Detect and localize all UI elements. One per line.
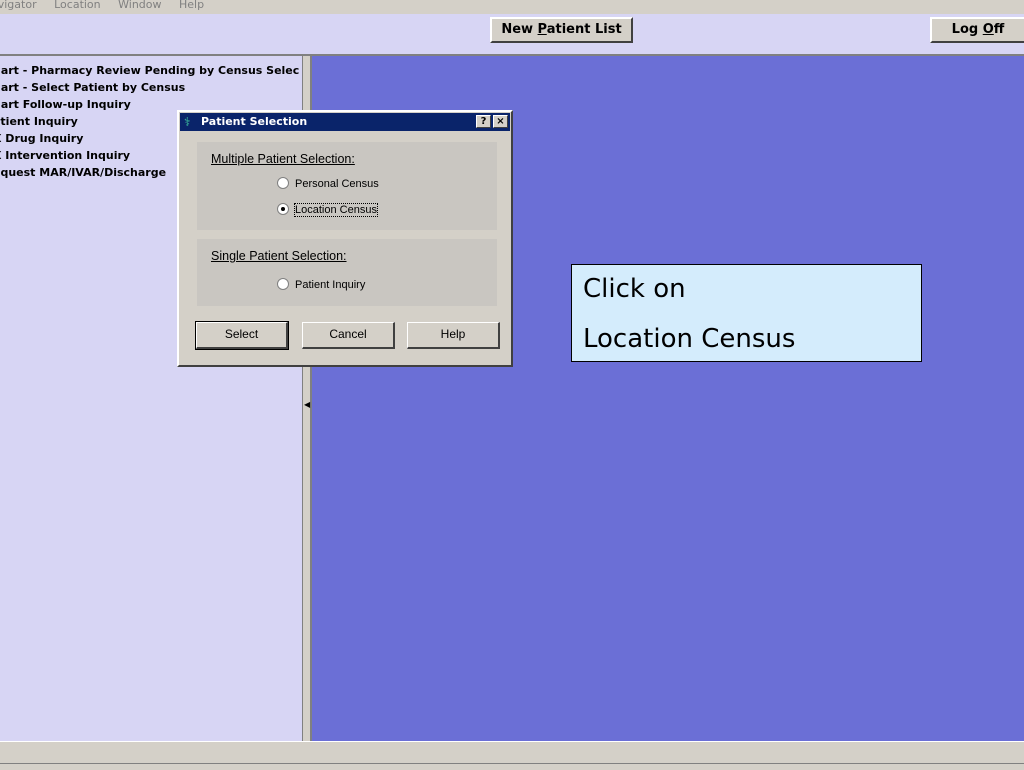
callout-line-1: Click on (583, 274, 686, 304)
select-button[interactable]: Select (195, 321, 289, 350)
status-bar-inner (0, 763, 1024, 770)
menu-location[interactable]: Location (54, 0, 101, 11)
single-patient-selection-group: Single Patient Selection: Patient Inquir… (197, 239, 497, 306)
new-patient-list-label-pre: New (501, 22, 538, 37)
help-button[interactable]: Help (407, 322, 500, 349)
nav-item-select-patient-by-census[interactable]: hart - Select Patient by Census (0, 79, 299, 96)
toolbar: New Patient List Log Off (0, 14, 1024, 54)
dialog-titlebar[interactable]: ⚕ Patient Selection ? × (180, 113, 510, 131)
multiple-patient-selection-title: Multiple Patient Selection: (211, 152, 355, 166)
callout-line-2: Location Census (583, 324, 796, 354)
menu-window[interactable]: Window (118, 0, 161, 11)
close-button[interactable]: × (493, 115, 508, 128)
personal-census-label[interactable]: Personal Census (295, 178, 379, 190)
location-census-radio[interactable] (277, 203, 289, 216)
new-patient-list-accel: P (537, 22, 547, 37)
log-off-accel: O (982, 22, 994, 37)
log-off-label-pre: Log (951, 22, 983, 37)
location-census-option[interactable]: Location Census (277, 203, 378, 218)
patient-inquiry-label[interactable]: Patient Inquiry (295, 279, 365, 291)
log-off-label-post: ff (993, 22, 1005, 37)
personal-census-option[interactable]: Personal Census (277, 177, 379, 192)
menu-bar: avigator Location Window Help (0, 0, 1024, 14)
patient-selection-dialog: ⚕ Patient Selection ? × Multiple Patient… (177, 110, 513, 367)
location-census-label[interactable]: Location Census (294, 203, 378, 218)
nav-item-pharmacy-review-pending[interactable]: hart - Pharmacy Review Pending by Census… (0, 62, 299, 79)
caduceus-icon: ⚕ (184, 115, 191, 129)
log-off-button[interactable]: Log Off (930, 17, 1024, 43)
single-patient-selection-title: Single Patient Selection: (211, 249, 347, 263)
menu-navigator[interactable]: avigator (0, 0, 37, 11)
context-help-button[interactable]: ? (476, 115, 491, 128)
patient-inquiry-option[interactable]: Patient Inquiry (277, 278, 365, 293)
patient-inquiry-radio[interactable] (277, 278, 289, 291)
new-patient-list-label-post: atient List (546, 22, 622, 37)
cancel-button[interactable]: Cancel (302, 322, 395, 349)
status-bar (0, 741, 1024, 770)
new-patient-list-button[interactable]: New Patient List (490, 17, 633, 43)
collapse-left-arrow-icon[interactable]: ◀ (304, 401, 310, 409)
instruction-callout: Click on Location Census (571, 264, 922, 362)
personal-census-radio[interactable] (277, 177, 289, 190)
multiple-patient-selection-group: Multiple Patient Selection: Personal Cen… (197, 142, 497, 230)
menu-help[interactable]: Help (179, 0, 204, 11)
dialog-title: Patient Selection (201, 115, 308, 128)
